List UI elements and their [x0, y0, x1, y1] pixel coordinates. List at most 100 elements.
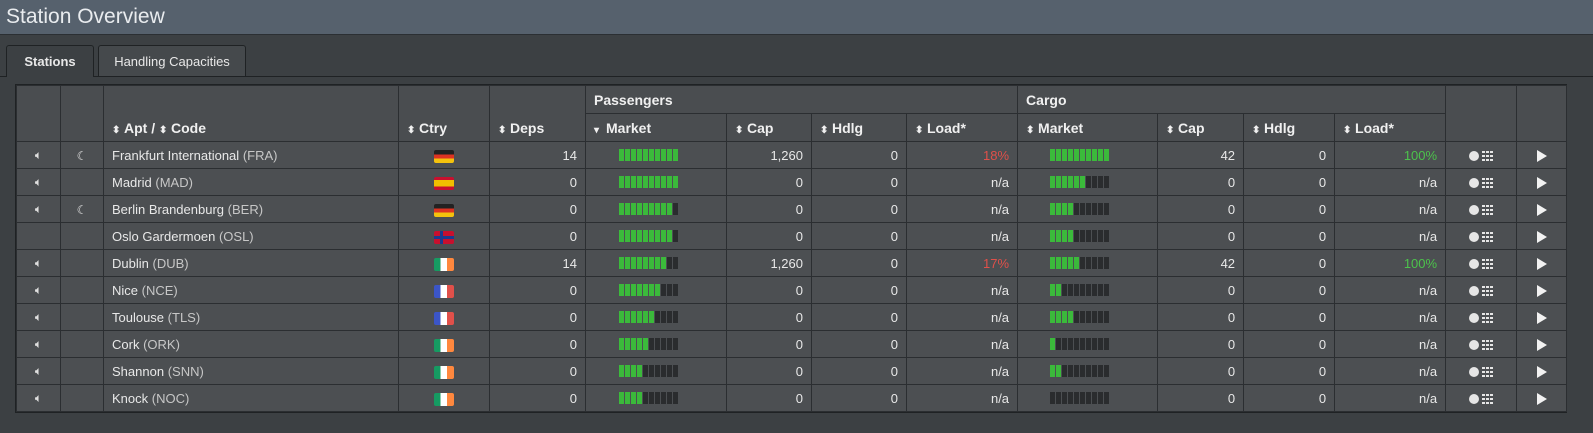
speaker-icon[interactable]: 🔈︎ [35, 256, 42, 270]
header-cargo-cap[interactable]: ⬍ Cap [1157, 113, 1245, 142]
play-icon[interactable] [1536, 231, 1547, 244]
airport-name[interactable]: Madrid [112, 175, 152, 190]
airport-cell[interactable]: Cork (ORK) [103, 330, 399, 358]
globe-icon[interactable] [1468, 394, 1479, 405]
speaker-icon[interactable]: 🔈︎ [35, 148, 42, 162]
speaker-icon[interactable]: 🔈︎ [35, 310, 42, 324]
globe-icon[interactable] [1468, 286, 1479, 297]
header-night-col [60, 85, 104, 142]
speaker-icon[interactable]: 🔈︎ [35, 364, 42, 378]
globe-icon[interactable] [1468, 259, 1479, 270]
actions-cell [1445, 357, 1518, 385]
airport-cell[interactable]: Dublin (DUB) [103, 249, 399, 277]
globe-icon[interactable] [1468, 340, 1479, 351]
station-row[interactable]: 🔈︎ Nice (NCE) 0 0 0 n/a 0 0 n/a [16, 276, 1568, 304]
station-row[interactable]: 🔈︎ ☾ Berlin Brandenburg (BER) 0 0 0 n/a 0 0 n/a [16, 195, 1568, 223]
speaker-icon[interactable]: 🔈︎ [35, 283, 42, 297]
play-icon[interactable] [1536, 150, 1547, 163]
tab-handling-capacities[interactable]: Handling Capacities [98, 45, 246, 76]
play-icon[interactable] [1536, 339, 1547, 352]
airport-name[interactable]: Dublin [112, 256, 149, 271]
airport-name[interactable]: Shannon [112, 364, 164, 379]
airport-name[interactable]: Knock [112, 391, 148, 406]
sort-both-icon[interactable]: ⬍ [159, 125, 169, 136]
header-pax-cap[interactable]: ⬍ Cap [726, 113, 812, 142]
grid-icon[interactable] [1481, 313, 1494, 324]
airport-cell[interactable]: Frankfurt International (FRA) [103, 141, 399, 169]
play-icon[interactable] [1536, 366, 1547, 379]
station-row[interactable]: 🔈︎ Madrid (MAD) 0 0 0 n/a 0 0 n/a [16, 168, 1568, 196]
station-row[interactable]: 🔈︎ Shannon (SNN) 0 0 0 n/a 0 0 n/a [16, 357, 1568, 385]
airport-cell[interactable]: Shannon (SNN) [103, 357, 399, 385]
airport-cell[interactable]: Nice (NCE) [103, 276, 399, 304]
grid-icon[interactable] [1481, 286, 1494, 297]
header-cargo-market[interactable]: ⬍ Market [1017, 113, 1159, 142]
play-icon[interactable] [1536, 285, 1547, 298]
station-row[interactable]: 🔈︎ Cork (ORK) 0 0 0 n/a 0 0 n/a [16, 330, 1568, 358]
airport-cell[interactable]: Toulouse (TLS) [103, 303, 399, 331]
play-icon[interactable] [1536, 393, 1547, 406]
header-ctry[interactable]: ⬍ Ctry [398, 85, 490, 142]
grid-icon[interactable] [1481, 340, 1494, 351]
station-row[interactable]: Oslo Gardermoen (OSL) 0 0 0 n/a 0 0 n/a [16, 222, 1568, 250]
station-row[interactable]: 🔈︎ Toulouse (TLS) 0 0 0 n/a 0 0 n/a [16, 303, 1568, 331]
airport-code: (BER) [227, 201, 264, 217]
grid-icon[interactable] [1481, 232, 1494, 243]
station-row[interactable]: 🔈︎ ☾ Frankfurt International (FRA) 14 1,260 0… [16, 141, 1568, 169]
header-pax-hdlg[interactable]: ⬍ Hdlg [811, 113, 907, 142]
airport-name[interactable]: Berlin Brandenburg [112, 202, 224, 217]
airport-name[interactable]: Toulouse [112, 310, 164, 325]
market-bar-segment [1104, 311, 1110, 323]
sort-both-icon[interactable]: ⬍ [112, 125, 122, 136]
header-pax-load[interactable]: ⬍ Load* [905, 113, 1019, 142]
airport-code: (OSL) [218, 228, 254, 244]
market-bar-segment [667, 176, 672, 188]
globe-icon[interactable] [1468, 232, 1479, 243]
airport-cell[interactable]: Knock (NOC) [103, 384, 399, 412]
play-icon[interactable] [1536, 312, 1547, 325]
airport-name[interactable]: Cork [112, 337, 139, 352]
play-icon[interactable] [1536, 177, 1547, 190]
header-code[interactable]: Code [171, 120, 206, 136]
tab-stations[interactable]: Stations [6, 45, 94, 77]
pax-market-bar [619, 203, 718, 215]
speaker-icon[interactable]: 🔈︎ [35, 337, 42, 351]
grid-icon[interactable] [1481, 178, 1494, 189]
header-deps[interactable]: ⬍ Deps [489, 85, 586, 142]
market-bar-segment [1104, 284, 1110, 296]
grid-icon[interactable] [1481, 151, 1494, 162]
airport-cell[interactable]: Oslo Gardermoen (OSL) [103, 222, 399, 250]
header-pax-market[interactable]: ▾ Market [585, 113, 727, 142]
speaker-icon[interactable]: 🔈︎ [35, 391, 42, 405]
globe-icon[interactable] [1468, 205, 1479, 216]
pax-market-cell [585, 357, 727, 385]
airport-name[interactable]: Oslo Gardermoen [112, 229, 215, 244]
grid-icon[interactable] [1481, 367, 1494, 378]
market-bar-segment [625, 230, 630, 242]
play-icon[interactable] [1536, 258, 1547, 271]
globe-icon[interactable] [1468, 313, 1479, 324]
airport-cell[interactable]: Madrid (MAD) [103, 168, 399, 196]
station-row[interactable]: 🔈︎ Knock (NOC) 0 0 0 n/a 0 0 n/a [16, 384, 1568, 412]
header-apt[interactable]: Apt [124, 120, 147, 136]
globe-icon[interactable] [1468, 151, 1479, 162]
cargo-market-bar [1050, 365, 1149, 377]
market-bar-segment [1086, 203, 1092, 215]
grid-icon[interactable] [1481, 394, 1494, 405]
airport-name[interactable]: Nice [112, 283, 138, 298]
airport-name[interactable]: Frankfurt International [112, 148, 239, 163]
grid-icon[interactable] [1481, 205, 1494, 216]
sound-cell: 🔈︎ [16, 249, 61, 277]
speaker-icon[interactable]: 🔈︎ [35, 202, 42, 216]
globe-icon[interactable] [1468, 178, 1479, 189]
airport-cell[interactable]: Berlin Brandenburg (BER) [103, 195, 399, 223]
speaker-icon[interactable]: 🔈︎ [35, 175, 42, 189]
airport-code: (NOC) [151, 390, 190, 406]
play-icon[interactable] [1536, 204, 1547, 217]
header-cargo-hdlg[interactable]: ⬍ Hdlg [1243, 113, 1336, 142]
market-bar-segment [1074, 365, 1080, 377]
globe-icon[interactable] [1468, 367, 1479, 378]
station-row[interactable]: 🔈︎ Dublin (DUB) 14 1,260 0 17% 42 0 100% [16, 249, 1568, 277]
grid-icon[interactable] [1481, 259, 1494, 270]
header-cargo-load[interactable]: ⬍ Load* [1334, 113, 1447, 142]
